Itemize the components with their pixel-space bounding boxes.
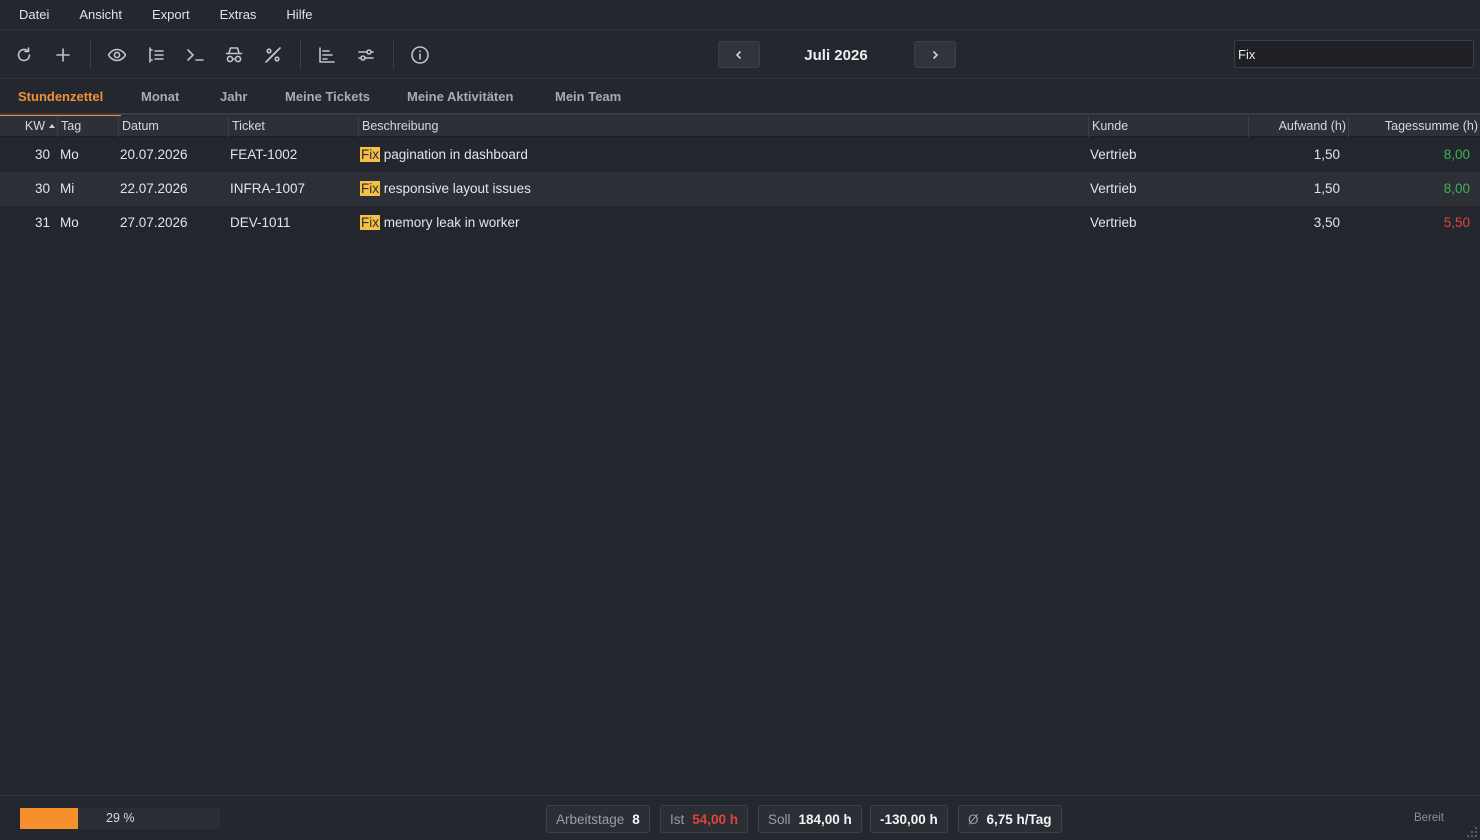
cell-ticket: DEV-1011 <box>230 215 291 230</box>
chevron-left-icon <box>735 50 742 59</box>
table-body: 30 Mo 20.07.2026 FEAT-1002 Fix paginatio… <box>0 138 1480 240</box>
column-header-tagessumme[interactable]: Tagessumme (h) <box>1349 116 1480 137</box>
search-input[interactable] <box>1234 40 1474 68</box>
cell-beschreibung: Fix memory leak in worker <box>360 206 520 240</box>
difference-badge: -130,00 h <box>870 805 948 833</box>
average-value: 6,75 h/Tag <box>986 811 1052 827</box>
column-header-kunde[interactable]: Kunde <box>1089 116 1249 137</box>
soll-label: Soll <box>768 811 791 827</box>
ist-label: Ist <box>670 811 685 827</box>
cell-tag: Mo <box>60 215 79 230</box>
resize-grip-icon[interactable] <box>1466 826 1478 838</box>
cell-beschreibung: Fix responsive layout issues <box>360 172 531 206</box>
cell-kunde: Vertrieb <box>1090 215 1137 230</box>
soll-badge: Soll 184,00 h <box>758 805 862 833</box>
list-icon[interactable] <box>142 41 170 69</box>
percent-icon[interactable] <box>259 41 287 69</box>
progress-label: 29 % <box>106 811 135 825</box>
average-label: Ø <box>968 811 979 827</box>
menu-hilfe[interactable]: Hilfe <box>271 0 327 30</box>
chevron-right-icon <box>932 50 939 59</box>
table-row[interactable]: 30 Mo 20.07.2026 FEAT-1002 Fix paginatio… <box>0 138 1480 172</box>
sliders-icon[interactable] <box>352 41 380 69</box>
cell-kw: 30 <box>34 147 50 162</box>
toolbar-separator <box>393 40 394 69</box>
cell-kunde: Vertrieb <box>1090 147 1137 162</box>
cell-aufwand: 3,50 <box>1313 215 1340 230</box>
cell-tagessumme: 8,00 <box>1443 147 1470 162</box>
cell-kunde: Vertrieb <box>1090 181 1137 196</box>
cell-aufwand: 1,50 <box>1313 181 1340 196</box>
arbeitstage-label: Arbeitstage <box>556 811 625 827</box>
menu-bar: Datei Ansicht Export Extras Hilfe <box>0 0 1480 30</box>
tab-mein-team[interactable]: Mein Team <box>555 79 621 115</box>
cell-datum: 20.07.2026 <box>120 147 188 162</box>
average-badge: Ø 6,75 h/Tag <box>958 805 1062 833</box>
tab-meine-aktivitaeten[interactable]: Meine Aktivitäten <box>407 79 513 115</box>
tab-bar: Stundenzettel Monat Jahr Meine Tickets M… <box>0 79 1480 117</box>
month-progress-bar: 29 % <box>20 808 220 829</box>
search-highlight: Fix <box>360 147 380 162</box>
menu-export[interactable]: Export <box>137 0 205 30</box>
refresh-icon[interactable] <box>10 41 38 69</box>
column-header-kw[interactable]: KW <box>0 116 58 137</box>
cell-tag: Mo <box>60 147 79 162</box>
table-header: KW Tag Datum Ticket Beschreibung Kunde A… <box>0 116 1480 137</box>
search-highlight: Fix <box>360 181 380 196</box>
cell-tagessumme: 8,00 <box>1443 181 1470 196</box>
prev-month-button[interactable] <box>718 41 760 68</box>
status-bar: 29 % Arbeitstage 8 Ist 54,00 h Soll 184,… <box>0 795 1480 840</box>
plus-icon[interactable] <box>49 41 77 69</box>
cell-datum: 22.07.2026 <box>120 181 188 196</box>
cell-beschreibung: Fix pagination in dashboard <box>360 138 528 172</box>
menu-ansicht[interactable]: Ansicht <box>64 0 137 30</box>
column-label: KW <box>24 119 45 133</box>
progress-fill <box>20 808 78 829</box>
search-highlight: Fix <box>360 215 380 230</box>
ist-value: 54,00 h <box>692 811 739 827</box>
cell-tag: Mi <box>60 181 75 196</box>
next-month-button[interactable] <box>914 41 956 68</box>
month-label: Juli 2026 <box>804 47 868 64</box>
chart-icon[interactable] <box>313 41 341 69</box>
column-header-tag[interactable]: Tag <box>58 116 119 137</box>
tab-stundenzettel[interactable]: Stundenzettel <box>0 79 122 117</box>
column-header-datum[interactable]: Datum <box>119 116 229 137</box>
cell-kw: 30 <box>34 181 50 196</box>
arbeitstage-badge: Arbeitstage 8 <box>546 805 650 833</box>
column-header-beschreibung[interactable]: Beschreibung <box>359 116 1089 137</box>
column-header-ticket[interactable]: Ticket <box>229 116 359 137</box>
table-row[interactable]: 31 Mo 27.07.2026 DEV-1011 Fix memory lea… <box>0 206 1480 240</box>
status-ready-text: Bereit <box>1413 812 1444 824</box>
tab-jahr[interactable]: Jahr <box>220 79 247 115</box>
eye-icon[interactable] <box>103 41 131 69</box>
description-text: pagination in dashboard <box>380 147 528 162</box>
cell-ticket: FEAT-1002 <box>230 147 298 162</box>
ist-badge: Ist 54,00 h <box>660 805 749 833</box>
toolbar-separator <box>300 40 301 69</box>
cell-aufwand: 1,50 <box>1313 147 1340 162</box>
info-icon[interactable] <box>406 41 434 69</box>
tab-monat[interactable]: Monat <box>141 79 179 115</box>
cell-datum: 27.07.2026 <box>120 215 188 230</box>
description-text: responsive layout issues <box>380 181 531 196</box>
toolbar: Juli 2026 <box>0 30 1480 79</box>
sort-ascending-icon <box>49 124 55 128</box>
spy-icon[interactable] <box>220 41 248 69</box>
cell-ticket: INFRA-1007 <box>230 181 306 196</box>
toolbar-separator <box>90 40 91 69</box>
cell-kw: 31 <box>34 215 50 230</box>
arbeitstage-value: 8 <box>632 811 640 827</box>
column-header-aufwand[interactable]: Aufwand (h) <box>1249 116 1349 137</box>
table-row[interactable]: 30 Mi 22.07.2026 INFRA-1007 Fix responsi… <box>0 172 1480 206</box>
menu-extras[interactable]: Extras <box>205 0 272 30</box>
terminal-icon[interactable] <box>181 41 209 69</box>
difference-value: -130,00 h <box>880 811 938 827</box>
tab-meine-tickets[interactable]: Meine Tickets <box>285 79 370 115</box>
description-text: memory leak in worker <box>380 215 520 230</box>
cell-tagessumme: 5,50 <box>1443 215 1470 230</box>
menu-datei[interactable]: Datei <box>4 0 64 30</box>
soll-value: 184,00 h <box>798 811 852 827</box>
